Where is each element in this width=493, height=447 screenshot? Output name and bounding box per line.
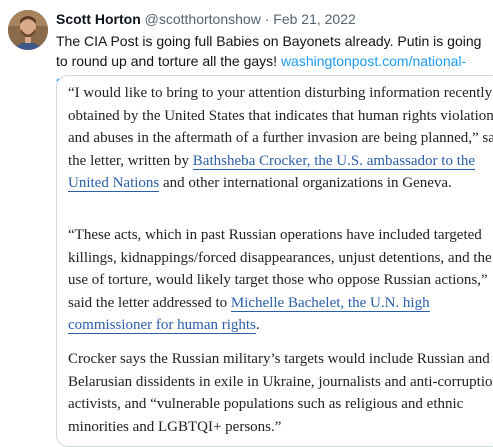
paragraph-2-text-b: . bbox=[255, 317, 260, 333]
avatar[interactable] bbox=[8, 10, 48, 50]
article-paragraph-1: “I would like to bring to your attention… bbox=[68, 82, 493, 195]
tweet-date[interactable]: Feb 21, 2022 bbox=[273, 11, 356, 27]
separator: · bbox=[264, 11, 270, 27]
author-handle[interactable]: @scotthortonshow bbox=[145, 11, 261, 27]
paragraph-1-text-b: and other international organizations in… bbox=[159, 175, 452, 191]
tweet-header: Scott Horton @scotthortonshow · Feb 21, … bbox=[56, 10, 487, 28]
article-paragraph-3: Crocker says the Russian military’s targ… bbox=[68, 351, 493, 435]
article-paragraph-2: “These acts, which in past Russian opera… bbox=[68, 224, 493, 337]
author-name[interactable]: Scott Horton bbox=[56, 11, 141, 27]
avatar-photo bbox=[8, 10, 48, 50]
article-screenshot[interactable]: “I would like to bring to your attention… bbox=[56, 75, 493, 447]
